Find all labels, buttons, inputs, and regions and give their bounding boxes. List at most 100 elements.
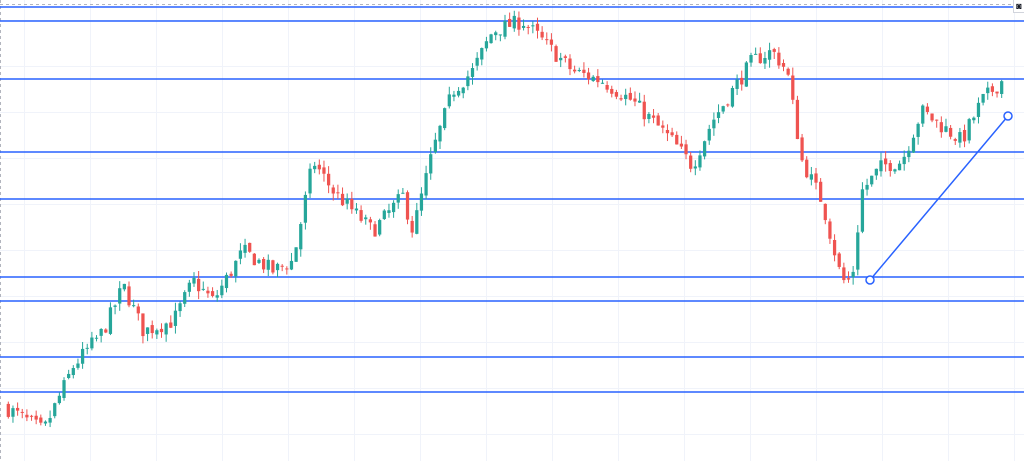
candle-up <box>243 244 247 253</box>
candle-up <box>767 50 772 60</box>
candle-up <box>354 208 359 211</box>
candle-down <box>350 198 354 210</box>
candle-up <box>521 25 526 28</box>
candle-up <box>856 232 860 270</box>
candle-down <box>104 329 108 333</box>
candle-up <box>145 327 150 334</box>
candle-up <box>48 418 52 423</box>
candle-up <box>763 58 767 64</box>
candle-up <box>480 48 484 60</box>
candle-up <box>53 403 57 417</box>
candle-up <box>600 82 605 84</box>
candle-down <box>34 415 38 420</box>
candle-down <box>842 267 846 281</box>
candle-up <box>71 368 75 376</box>
candle-up <box>707 128 711 141</box>
candle-up <box>396 194 400 203</box>
candle-down <box>554 46 558 62</box>
candle-up <box>313 165 317 170</box>
candle-down <box>563 56 567 58</box>
candle-up <box>303 194 308 223</box>
candle-up <box>266 259 270 270</box>
candle-up <box>870 175 874 185</box>
candle-down <box>888 163 892 172</box>
candle-down <box>582 69 586 73</box>
candle-up <box>911 137 916 153</box>
candle-down <box>628 92 632 100</box>
candle-down <box>252 253 256 266</box>
candle-up <box>173 310 178 326</box>
candle-down <box>930 113 934 121</box>
candle-up <box>712 119 716 129</box>
candle-down <box>15 407 20 411</box>
candle-up <box>466 76 470 87</box>
candle-down <box>526 26 530 28</box>
candle-up <box>108 307 113 334</box>
candle-up <box>294 247 298 262</box>
candle-up <box>693 166 697 169</box>
candle-up <box>637 100 642 103</box>
candle-down <box>962 129 967 142</box>
candle-up <box>879 160 883 172</box>
candle-down <box>596 76 600 83</box>
candle-up <box>57 395 62 404</box>
candle-up <box>429 154 433 174</box>
candle-up <box>387 210 391 213</box>
candle-up <box>99 328 103 336</box>
candle-down <box>545 39 549 41</box>
candle-up <box>730 87 735 107</box>
price-chart[interactable] <box>0 0 1024 461</box>
candle-up <box>62 380 66 398</box>
candle-up <box>382 210 386 220</box>
trendline-handle-start <box>865 275 875 285</box>
candle-down <box>373 224 377 237</box>
horizontal-levels[interactable] <box>0 6 1024 393</box>
candle-down <box>159 328 164 333</box>
trendline-drawing[interactable] <box>865 111 1013 285</box>
candle-down <box>884 158 888 165</box>
candle-down <box>359 210 363 221</box>
candle-up <box>489 34 493 44</box>
candle-down <box>679 143 684 147</box>
candle-up <box>559 57 563 61</box>
candle-down <box>689 155 693 169</box>
candle-up <box>364 217 368 220</box>
candle-down <box>726 104 730 106</box>
candle-up <box>735 79 739 89</box>
candle-down <box>39 417 43 423</box>
candle-up <box>94 337 99 339</box>
candle-down <box>953 139 957 141</box>
candle-up <box>958 132 962 143</box>
candle-down <box>837 253 841 267</box>
candle-down <box>317 164 321 170</box>
candle-up <box>447 94 451 107</box>
candle-down <box>248 242 252 252</box>
chart-pane[interactable]: ◙ <box>0 0 1024 461</box>
candle-up <box>378 220 382 235</box>
candle-down <box>127 286 131 306</box>
camera-icon[interactable]: ◙ <box>1013 0 1024 13</box>
candle-up <box>484 41 489 49</box>
candle-down <box>925 106 930 112</box>
candle-down <box>656 115 660 126</box>
candle-down <box>410 220 414 233</box>
candle-up <box>897 163 902 171</box>
candle-up <box>456 90 461 96</box>
candle-up <box>183 292 187 304</box>
candle-up <box>860 189 865 232</box>
candle-up <box>865 184 869 190</box>
candle-down <box>280 265 284 267</box>
candle-down <box>665 129 670 134</box>
candle-up <box>494 32 498 36</box>
candle-up <box>289 260 294 270</box>
candle-down <box>197 278 201 292</box>
candle-down <box>795 99 800 140</box>
candle-up <box>624 94 628 100</box>
candle-up <box>345 198 349 204</box>
candle-up <box>749 55 753 63</box>
candle-up <box>498 34 502 36</box>
candle-down <box>781 63 786 67</box>
candle-down <box>271 260 275 273</box>
candle-down <box>605 85 609 90</box>
candle-down <box>508 18 512 27</box>
